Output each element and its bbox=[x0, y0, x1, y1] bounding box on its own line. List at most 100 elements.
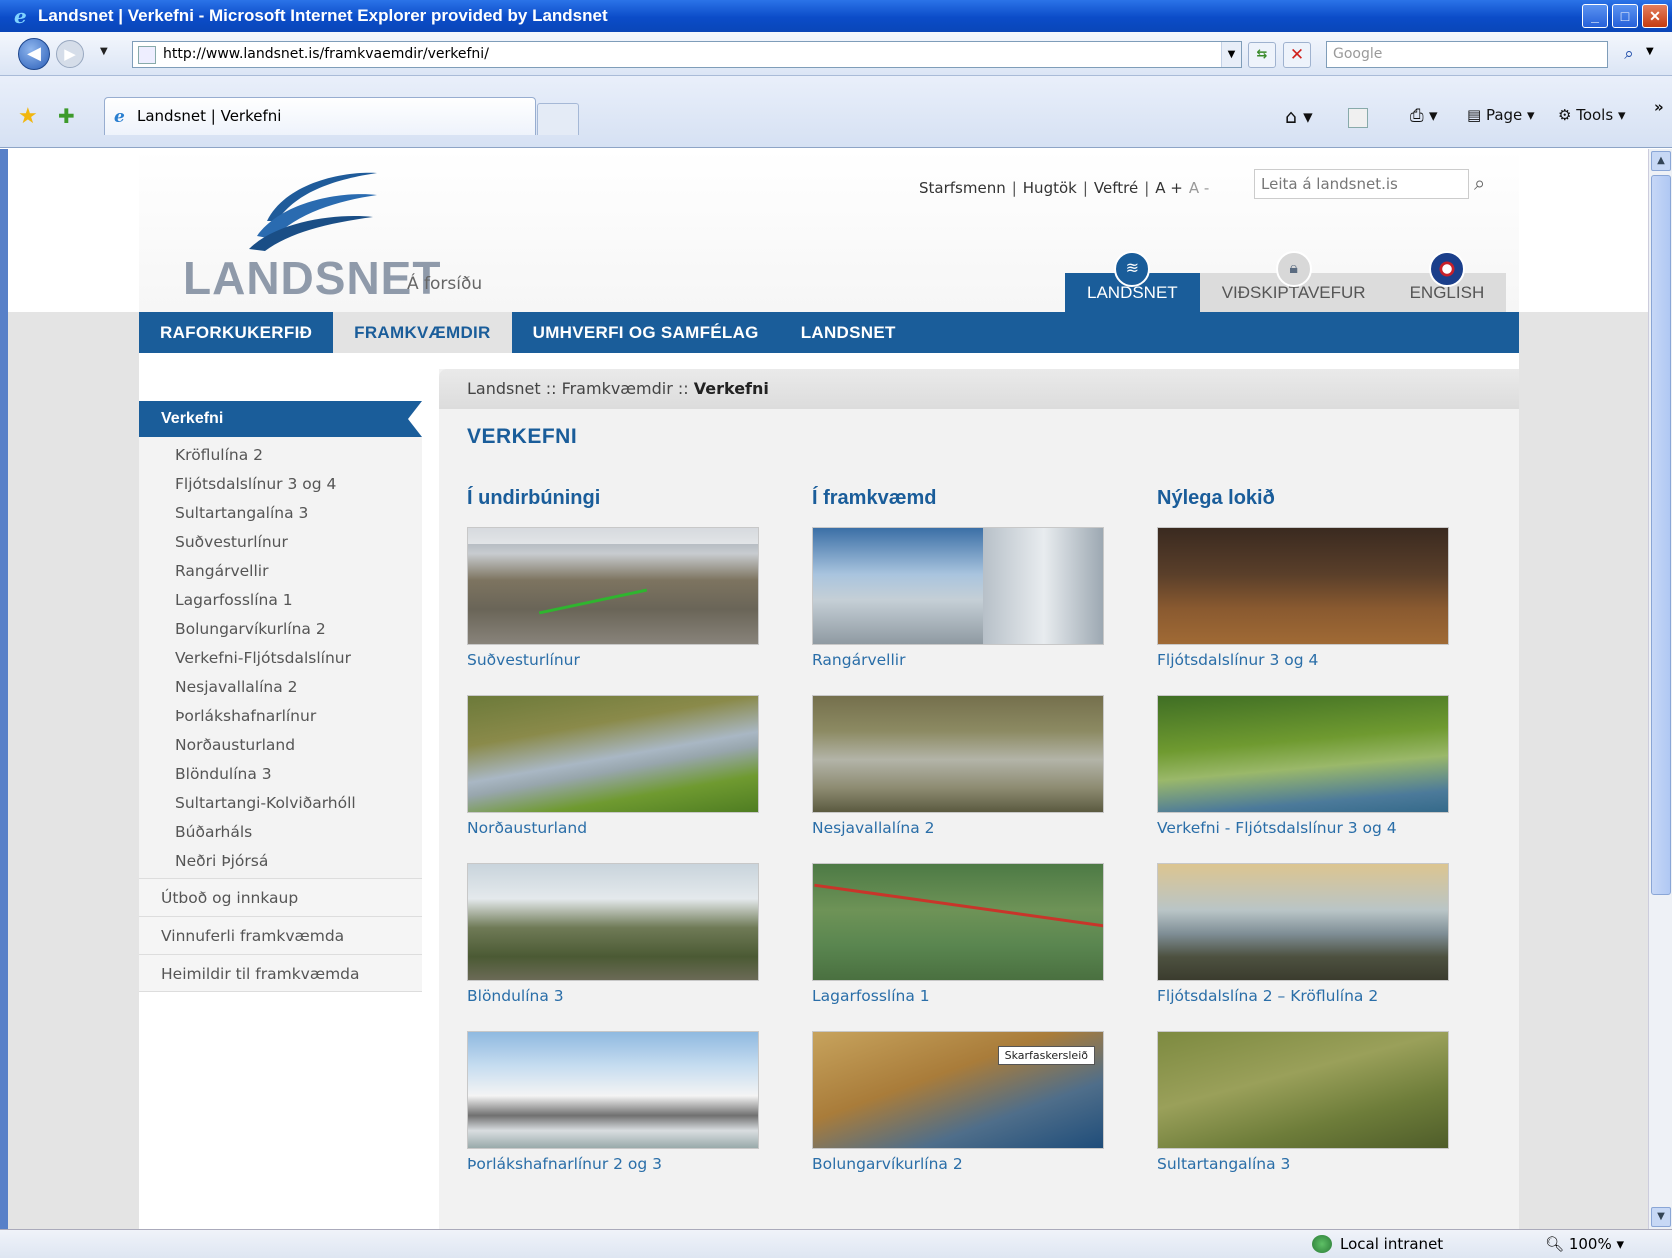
address-dropdown-icon[interactable]: ▼ bbox=[1221, 42, 1241, 67]
project-card[interactable]: Lagarfosslína 1 bbox=[812, 863, 1104, 1005]
project-caption[interactable]: Verkefni - Fljótsdalslínur 3 og 4 bbox=[1157, 819, 1449, 837]
project-caption[interactable]: Lagarfosslína 1 bbox=[812, 987, 1104, 1005]
minimize-button[interactable]: _ bbox=[1582, 4, 1608, 28]
new-tab-button[interactable] bbox=[537, 103, 579, 135]
browser-search-input[interactable]: Google bbox=[1326, 41, 1608, 68]
tab-english[interactable]: ENGLISH bbox=[1387, 251, 1507, 312]
breadcrumb-landsnet[interactable]: Landsnet bbox=[467, 379, 541, 398]
feeds-icon[interactable] bbox=[1348, 108, 1368, 128]
zoom-control[interactable]: 🔍︎ 100% ▾ bbox=[1545, 1235, 1624, 1253]
thumbnail-valley[interactable] bbox=[467, 863, 759, 981]
sidebar-item[interactable]: Sultartangi-Kolviðarhóll bbox=[139, 789, 422, 818]
project-caption[interactable]: Þorlákshafnarlínur 2 og 3 bbox=[467, 1155, 759, 1173]
project-card[interactable]: Fljótsdalslínur 3 og 4 bbox=[1157, 527, 1449, 669]
thumbnail-aerial-pylons[interactable] bbox=[1157, 695, 1449, 813]
print-icon[interactable]: ⎙ ▾ bbox=[1410, 106, 1438, 126]
sidebar-heading[interactable]: Verkefni bbox=[139, 401, 422, 437]
nav-raforkukerfid[interactable]: RAFORKUKERFIÐ bbox=[139, 312, 333, 353]
history-dropdown-icon[interactable]: ▼ bbox=[100, 46, 108, 57]
sidebar-section-vinnuferli[interactable]: Vinnuferli framkvæmda bbox=[139, 916, 422, 954]
glossary-link[interactable]: Hugtök bbox=[1023, 179, 1077, 197]
sidebar-section-utbod[interactable]: Útboð og innkaup bbox=[139, 878, 422, 916]
sidebar-item[interactable]: Nesjavallalína 2 bbox=[139, 673, 422, 702]
sidebar-item[interactable]: Sultartangalína 3 bbox=[139, 499, 422, 528]
thumbnail-map-3d[interactable] bbox=[467, 527, 759, 645]
project-card[interactable]: Sultartangalína 3 bbox=[1157, 1031, 1449, 1173]
sidebar-item[interactable]: Þorlákshafnarlínur bbox=[139, 702, 422, 731]
project-card[interactable]: Verkefni - Fljótsdalslínur 3 og 4 bbox=[1157, 695, 1449, 837]
sidebar-section-heimildir[interactable]: Heimildir til framkvæmda bbox=[139, 954, 422, 992]
sidebar-item[interactable]: Búðarháls bbox=[139, 818, 422, 847]
forward-button[interactable]: ▶ bbox=[56, 40, 84, 68]
search-icon[interactable]: ⌕ bbox=[1614, 42, 1644, 68]
project-card[interactable]: Fljótsdalslína 2 – Kröflulína 2 bbox=[1157, 863, 1449, 1005]
site-search-input[interactable]: Leita á landsnet.is bbox=[1254, 169, 1469, 199]
nav-framkvaemdir[interactable]: FRAMKVÆMDIR bbox=[333, 312, 512, 353]
project-caption[interactable]: Norðausturland bbox=[467, 819, 759, 837]
vertical-scrollbar[interactable]: ▲ ▼ bbox=[1648, 149, 1672, 1229]
project-caption[interactable]: Bolungarvíkurlína 2 bbox=[812, 1155, 1104, 1173]
scroll-up-icon[interactable]: ▲ bbox=[1651, 151, 1671, 171]
thumbnail-pylons[interactable] bbox=[1157, 527, 1449, 645]
project-card[interactable]: Rangárvellir bbox=[812, 527, 1104, 669]
thumbnail-mountain-slope[interactable] bbox=[1157, 863, 1449, 981]
close-button[interactable]: ✕ bbox=[1642, 4, 1668, 28]
security-zone[interactable]: Local intranet bbox=[1312, 1235, 1443, 1253]
more-commands-button[interactable]: » bbox=[1654, 98, 1664, 116]
sidebar-item[interactable]: Blöndulína 3 bbox=[139, 760, 422, 789]
tab-landsnet[interactable]: ≋ LANDSNET bbox=[1065, 251, 1200, 312]
project-card[interactable]: Blöndulína 3 bbox=[467, 863, 759, 1005]
nav-landsnet[interactable]: LANDSNET bbox=[780, 312, 917, 353]
thumbnail-snow-mountain[interactable] bbox=[467, 1031, 759, 1149]
project-caption[interactable]: Blöndulína 3 bbox=[467, 987, 759, 1005]
browser-tab[interactable]: e Landsnet | Verkefni bbox=[104, 97, 536, 135]
project-caption[interactable]: Nesjavallalína 2 bbox=[812, 819, 1104, 837]
font-increase-link[interactable]: A + bbox=[1155, 179, 1183, 197]
page-menu[interactable]: ▤ Page ▾ bbox=[1467, 106, 1535, 124]
tab-vidskiptavefur[interactable]: 🔒︎ VIÐSKIPTAVEFUR bbox=[1199, 251, 1388, 312]
favorites-star-icon[interactable]: ★ bbox=[18, 104, 38, 129]
home-icon[interactable]: ⌂ ▾ bbox=[1285, 106, 1313, 128]
sidebar-item[interactable]: Bolungarvíkurlína 2 bbox=[139, 615, 422, 644]
thumbnail-aerial-substation[interactable] bbox=[1157, 1031, 1449, 1149]
magnifier-icon[interactable]: ⌕ bbox=[1474, 171, 1485, 195]
back-button[interactable]: ◀ bbox=[18, 38, 50, 70]
logo-wordmark[interactable]: LANDSNET bbox=[183, 251, 441, 305]
sidebar-item[interactable]: Kröflulína 2 bbox=[139, 441, 422, 470]
project-caption[interactable]: Fljótsdalslínur 3 og 4 bbox=[1157, 651, 1449, 669]
refresh-button[interactable]: ⇆ bbox=[1248, 42, 1276, 68]
sidebar-item[interactable]: Rangárvellir bbox=[139, 557, 422, 586]
sidebar-item[interactable]: Neðri Þjórsá bbox=[139, 847, 422, 876]
project-card[interactable]: Skarfaskersleið Bolungarvíkurlína 2 bbox=[812, 1031, 1104, 1173]
project-card[interactable]: Suðvesturlínur bbox=[467, 527, 759, 669]
sidebar-item[interactable]: Verkefni-Fljótsdalslínur bbox=[139, 644, 422, 673]
thumbnail-lake[interactable] bbox=[467, 695, 759, 813]
address-input[interactable]: http://www.landsnet.is/framkvaemdir/verk… bbox=[132, 41, 1242, 68]
search-dropdown-icon[interactable]: ▼ bbox=[1646, 46, 1654, 57]
thumbnail-route-map[interactable] bbox=[812, 863, 1104, 981]
project-caption[interactable]: Fljótsdalslína 2 – Kröflulína 2 bbox=[1157, 987, 1449, 1005]
staff-link[interactable]: Starfsmenn bbox=[919, 179, 1006, 197]
font-decrease-link[interactable]: A - bbox=[1189, 179, 1209, 197]
home-link[interactable]: Á forsíðu bbox=[407, 274, 482, 294]
sidebar-item[interactable]: Norðausturland bbox=[139, 731, 422, 760]
scroll-thumb[interactable] bbox=[1651, 175, 1671, 895]
nav-umhverfi[interactable]: UMHVERFI OG SAMFÉLAG bbox=[512, 312, 780, 353]
project-card[interactable]: Norðausturland bbox=[467, 695, 759, 837]
sidebar-item[interactable]: Suðvesturlínur bbox=[139, 528, 422, 557]
thumbnail-building[interactable] bbox=[812, 527, 1104, 645]
project-card[interactable]: Nesjavallalína 2 bbox=[812, 695, 1104, 837]
stop-button[interactable]: ✕ bbox=[1283, 42, 1311, 68]
scroll-down-icon[interactable]: ▼ bbox=[1651, 1207, 1671, 1227]
project-caption[interactable]: Rangárvellir bbox=[812, 651, 1104, 669]
sidebar-item[interactable]: Fljótsdalslínur 3 og 4 bbox=[139, 470, 422, 499]
breadcrumb-framkvaemdir[interactable]: Framkvæmdir bbox=[562, 379, 673, 398]
thumbnail-terrain-map[interactable]: Skarfaskersleið bbox=[812, 1031, 1104, 1149]
project-caption[interactable]: Suðvesturlínur bbox=[467, 651, 759, 669]
maximize-button[interactable]: □ bbox=[1612, 4, 1638, 28]
tools-menu[interactable]: ⚙ Tools ▾ bbox=[1558, 106, 1625, 124]
add-favorite-icon[interactable]: ✚ bbox=[58, 104, 75, 128]
project-card[interactable]: Þorlákshafnarlínur 2 og 3 bbox=[467, 1031, 759, 1173]
thumbnail-substation[interactable] bbox=[812, 695, 1104, 813]
sitemap-link[interactable]: Veftré bbox=[1094, 179, 1138, 197]
